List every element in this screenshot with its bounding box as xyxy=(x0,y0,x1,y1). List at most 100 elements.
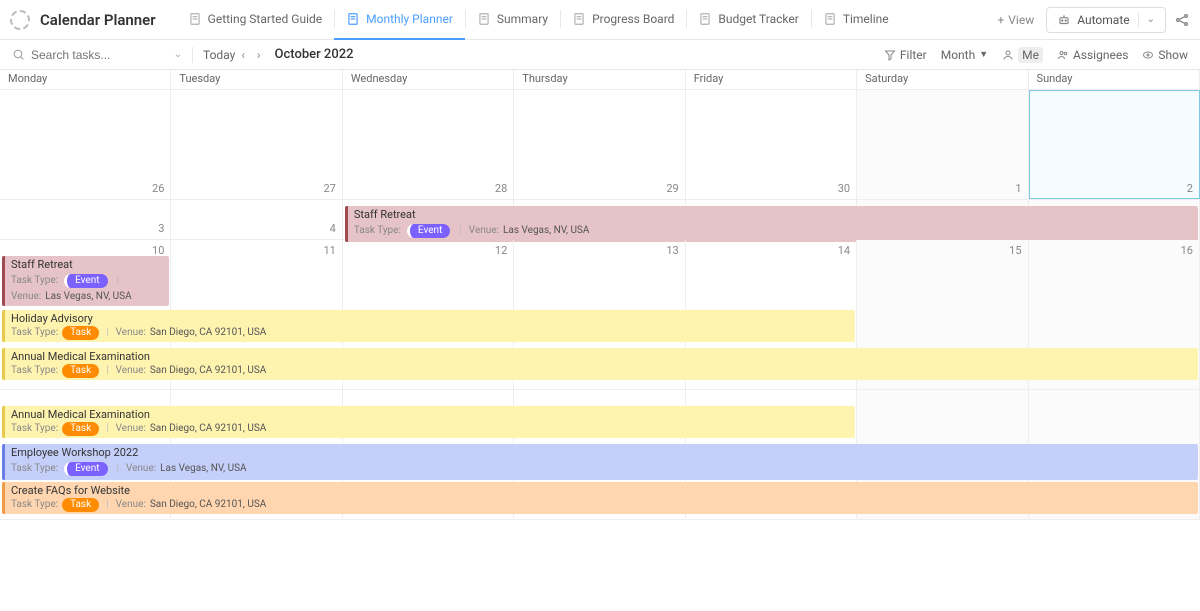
day-number: 3 xyxy=(158,222,164,235)
day-headers: MondayTuesdayWednesdayThursdayFridaySatu… xyxy=(0,70,1200,90)
weeks: 26 27 28 29 30 123456789Staff RetreatTask Typ… xyxy=(0,90,1200,520)
day-cell[interactable]: 4 xyxy=(171,200,342,239)
search-input[interactable] xyxy=(31,48,141,62)
people-icon xyxy=(1057,49,1069,61)
robot-icon xyxy=(1057,13,1071,27)
day-number: 1 xyxy=(1015,182,1021,195)
header: Calendar Planner Getting Started GuideMo… xyxy=(0,0,1200,40)
day-header: Wednesday xyxy=(343,70,514,89)
chevron-down-icon: ▼ xyxy=(979,49,988,60)
day-number: 16 xyxy=(1181,244,1193,257)
tab-getting-started-guide[interactable]: Getting Started Guide xyxy=(176,0,334,40)
view-mode-label: Month xyxy=(941,48,975,62)
day-number: 15 xyxy=(1009,244,1021,257)
header-right: Automate ⌄ xyxy=(1046,7,1190,33)
doc-icon xyxy=(823,12,837,26)
day-cell[interactable]: 2 xyxy=(1029,90,1200,199)
day-number: 14 xyxy=(838,244,850,257)
event-meta: Task Type: Event | Venue: Las Vegas, NV,… xyxy=(354,222,1192,240)
day-cell[interactable]: 28 xyxy=(343,90,514,199)
calendar: MondayTuesdayWednesdayThursdayFridaySatu… xyxy=(0,70,1200,520)
event-title: Staff Retreat xyxy=(354,208,1192,222)
day-header: Thursday xyxy=(514,70,685,89)
calendar-event[interactable]: Annual Medical ExaminationTask Type: Tas… xyxy=(2,348,1198,380)
tab-summary[interactable]: Summary xyxy=(465,0,560,40)
tabs: Getting Started GuideMonthly Planner Summ… xyxy=(176,0,986,40)
week-row: 10111213141516Staff RetreatTask Type: Ev… xyxy=(0,240,1200,390)
add-view-label: View xyxy=(1008,13,1034,27)
event-meta: Task Type: Event | xyxy=(11,272,163,290)
calendar-event[interactable]: Staff RetreatTask Type: Event | Venue: L… xyxy=(345,206,1198,242)
calendar-event[interactable]: Staff RetreatTask Type: Event |Venue: La… xyxy=(2,256,169,306)
doc-icon xyxy=(346,12,360,26)
filter-icon xyxy=(884,49,896,61)
day-cell[interactable]: 29 xyxy=(514,90,685,199)
day-number: 30 xyxy=(838,182,850,195)
day-cell[interactable]: 1 xyxy=(857,90,1028,199)
tab-label: Summary xyxy=(497,12,548,26)
day-header: Sunday xyxy=(1029,70,1200,89)
me-filter-button[interactable]: Me xyxy=(1002,47,1043,63)
chevron-down-icon: ⌄ xyxy=(1147,14,1155,25)
toolbar-right: Filter Month ▼ Me Assignees Show xyxy=(884,47,1188,63)
calendar-event[interactable]: Annual Medical ExaminationTask Type: Tas… xyxy=(2,406,855,438)
page-title: Calendar Planner xyxy=(40,11,156,29)
day-cell[interactable]: 26 xyxy=(0,90,171,199)
event-meta: Task Type: Task | Venue: San Diego, CA 9… xyxy=(11,364,1192,378)
filter-label: Filter xyxy=(900,48,927,62)
filter-button[interactable]: Filter xyxy=(884,48,927,62)
view-mode-button[interactable]: Month ▼ xyxy=(941,48,988,62)
event-title: Staff Retreat xyxy=(11,258,163,272)
tab-label: Progress Board xyxy=(592,12,674,26)
tab-monthly-planner[interactable]: Monthly Planner xyxy=(334,0,465,40)
add-view-button[interactable]: + View xyxy=(985,13,1046,27)
tab-timeline[interactable]: Timeline xyxy=(811,0,901,40)
calendar-event[interactable]: Holiday AdvisoryTask Type: Task | Venue:… xyxy=(2,310,855,342)
event-title: Annual Medical Examination xyxy=(11,350,1192,364)
share-icon[interactable] xyxy=(1174,12,1190,28)
day-cell[interactable]: 27 xyxy=(171,90,342,199)
tab-label: Budget Tracker xyxy=(718,12,798,26)
calendar-event[interactable]: Employee Workshop 2022Task Type: Event |… xyxy=(2,444,1198,480)
eye-icon xyxy=(1142,49,1154,61)
event-title: Create FAQs for Website xyxy=(11,484,1192,498)
automate-button[interactable]: Automate ⌄ xyxy=(1046,7,1166,33)
toolbar: ⌄ Today ‹ › October 2022 Filter Month ▼ … xyxy=(0,40,1200,70)
week-row: 26 27 28 29 30 12 xyxy=(0,90,1200,200)
plus-icon: + xyxy=(997,13,1004,27)
day-header: Tuesday xyxy=(171,70,342,89)
search-icon xyxy=(12,48,25,61)
day-number: 27 xyxy=(323,182,335,195)
next-month-button[interactable]: › xyxy=(251,48,267,62)
event-title: Employee Workshop 2022 xyxy=(11,446,1192,460)
event-title: Annual Medical Examination xyxy=(11,408,849,422)
day-number: 13 xyxy=(666,244,678,257)
chevron-down-icon[interactable]: ⌄ xyxy=(174,49,182,60)
week-row: Annual Medical ExaminationTask Type: Tas… xyxy=(0,390,1200,520)
day-cell[interactable]: 3 xyxy=(0,200,171,239)
show-label: Show xyxy=(1158,48,1188,62)
day-number: 26 xyxy=(152,182,164,195)
event-venue: Venue: Las Vegas, NV, USA xyxy=(11,290,163,304)
show-button[interactable]: Show xyxy=(1142,48,1188,62)
day-number: 11 xyxy=(323,244,335,257)
person-icon xyxy=(1002,49,1014,61)
day-number: 29 xyxy=(666,182,678,195)
day-number: 28 xyxy=(495,182,507,195)
calendar-event[interactable]: Create FAQs for WebsiteTask Type: Task |… xyxy=(2,482,1198,514)
tab-budget-tracker[interactable]: Budget Tracker xyxy=(686,0,810,40)
day-header: Monday xyxy=(0,70,171,89)
search-wrap: ⌄ xyxy=(12,48,182,62)
automate-label: Automate xyxy=(1077,13,1129,27)
app-logo xyxy=(10,10,30,30)
event-meta: Task Type: Task | Venue: San Diego, CA 9… xyxy=(11,422,849,436)
today-button[interactable]: Today xyxy=(203,48,235,62)
month-label: October 2022 xyxy=(275,47,354,62)
doc-icon xyxy=(572,12,586,26)
day-cell[interactable]: 30 xyxy=(686,90,857,199)
prev-month-button[interactable]: ‹ xyxy=(235,48,251,62)
week-row: 3456789Staff RetreatTask Type: Event | V… xyxy=(0,200,1200,240)
assignees-button[interactable]: Assignees xyxy=(1057,48,1128,62)
tab-progress-board[interactable]: Progress Board xyxy=(560,0,686,40)
event-meta: Task Type: Task | Venue: San Diego, CA 9… xyxy=(11,326,849,340)
